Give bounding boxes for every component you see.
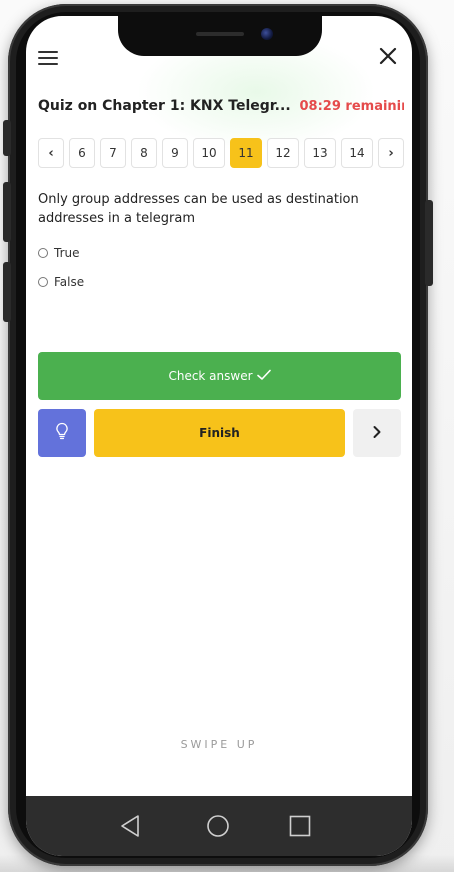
notch [118,16,322,56]
pager-prev-button[interactable]: ‹ [38,138,64,168]
option-true[interactable]: True [38,246,80,260]
chevron-right-icon [372,424,382,443]
volume-up-button [3,182,11,242]
page-9-button[interactable]: 9 [162,138,188,168]
volume-down-button [3,262,11,322]
speaker-grille [196,32,244,36]
option-true-label: True [54,246,80,260]
check-answer-label: Check answer [168,369,253,383]
timer-remaining: 08:29 remaining [299,99,404,114]
system-nav-bar [26,796,412,856]
question-pager: ‹ 6 7 8 9 10 11 12 13 14 › [38,138,404,168]
quiz-title: Quiz on Chapter 1: KNX Telegr... [38,98,291,114]
checkmark-icon [256,369,271,384]
lightbulb-icon [55,422,69,444]
close-icon[interactable] [378,46,398,66]
front-camera [261,28,273,40]
radio-circle-icon[interactable] [38,248,48,258]
page-6-button[interactable]: 6 [69,138,95,168]
menu-icon[interactable] [38,50,58,66]
option-false[interactable]: False [38,275,84,289]
page-13-button[interactable]: 13 [304,138,336,168]
page-11-button-current[interactable]: 11 [230,138,262,168]
power-button [425,200,433,286]
option-false-label: False [54,275,85,289]
page-14-button[interactable]: 14 [341,138,373,168]
mute-switch [3,120,11,156]
home-circle-icon[interactable] [202,810,234,842]
check-answer-button[interactable]: Check answer [38,352,401,400]
next-question-button[interactable] [353,409,401,457]
page-8-button[interactable]: 8 [131,138,157,168]
back-triangle-icon[interactable] [114,810,146,842]
recents-square-icon[interactable] [284,810,316,842]
question-text: Only group addresses can be used as dest… [38,192,359,226]
radio-circle-icon[interactable] [38,277,48,287]
stage: Quiz on Chapter 1: KNX Telegr... 08:29 r… [0,0,454,872]
page-10-button[interactable]: 10 [193,138,225,168]
page-12-button[interactable]: 12 [267,138,299,168]
finish-button[interactable]: Finish [94,409,345,457]
swipe-up-hint: SWIPE UP [180,738,258,751]
hint-button[interactable] [38,409,86,457]
quiz-header: Quiz on Chapter 1: KNX Telegr... 08:29 r… [38,98,404,114]
pager-next-button[interactable]: › [378,138,404,168]
phone-screen: Quiz on Chapter 1: KNX Telegr... 08:29 r… [26,16,412,856]
page-7-button[interactable]: 7 [100,138,126,168]
